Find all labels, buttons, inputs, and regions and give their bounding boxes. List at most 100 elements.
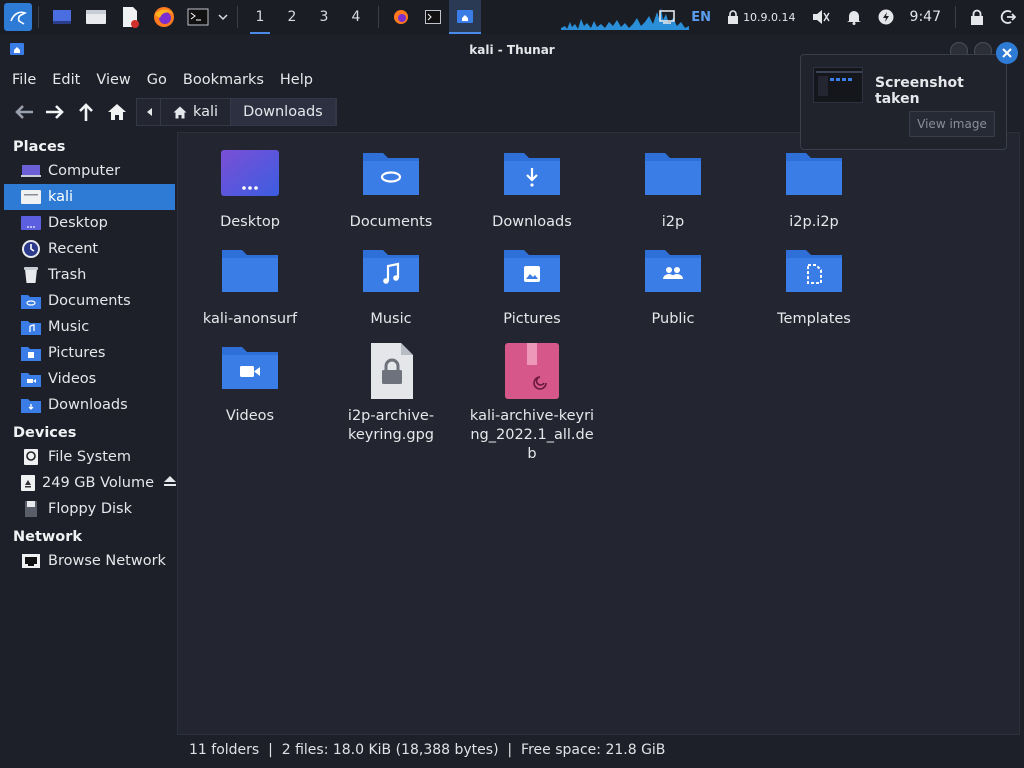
home-icon [173,106,187,118]
task-terminal[interactable] [417,0,449,34]
clock[interactable]: 9:47 [910,9,941,25]
logout-icon[interactable] [1000,9,1016,25]
file-item[interactable]: i2p-archive-keyring.gpg [321,343,461,445]
show-desktop-icon[interactable] [50,5,74,29]
back-button[interactable] [8,97,39,127]
sidebar-item-file-system[interactable]: File System [4,444,175,470]
panel-separator [38,6,39,28]
sidebar-item-label: Pictures [48,345,106,361]
display-icon[interactable] [659,10,676,24]
menu-view[interactable]: View [88,72,138,88]
file-item[interactable]: Templates [744,246,884,329]
kali-menu-button[interactable] [4,3,32,31]
notification-bell-icon[interactable] [846,9,862,25]
file-manager-icon[interactable] [84,5,108,29]
sidebar-item-label: kali [48,189,74,205]
file-item[interactable]: kali-archive-keyring_2022.1_all.deb [462,343,602,464]
menu-help[interactable]: Help [272,72,321,88]
vpn-indicator[interactable]: 10.9.0.14 [727,10,796,24]
top-panel: 1 2 3 4 EN 10.9.0.14 9:47 [0,0,1024,34]
sidebar-item-label: Recent [48,241,99,257]
workspace-3[interactable]: 3 [308,0,340,34]
file-label: i2p.i2p [789,214,839,230]
sidebar-item-label: Documents [48,293,131,309]
view-image-button[interactable]: View image [909,111,995,137]
file-item[interactable]: Downloads [462,149,602,232]
firefox-icon[interactable] [152,5,176,29]
drive-icon [20,447,42,467]
sidebar-item-label: Downloads [48,397,128,413]
file-item[interactable]: Public [603,246,743,329]
desktop-folder-icon [220,149,280,207]
trash-icon [20,265,42,285]
file-item[interactable]: Pictures [462,246,602,329]
sidebar-item-documents[interactable]: Documents [4,288,175,314]
notification-popup[interactable]: Screenshot taken View image [800,54,1007,150]
home-folder-icon [10,43,24,55]
workspace-2[interactable]: 2 [276,0,308,34]
panel-separator [378,6,379,28]
sidebar-item-videos[interactable]: Videos [4,366,175,392]
file-item[interactable]: Desktop [180,149,320,232]
sidebar-item-label: Trash [48,267,87,283]
file-item[interactable]: kali-anonsurf [180,246,320,329]
sidebar-item-floppy[interactable]: Floppy Disk [4,496,175,522]
sidebar-item-desktop[interactable]: Desktop [4,210,175,236]
file-label: Templates [777,311,851,327]
chevron-down-icon[interactable] [217,5,229,29]
arrow-right-icon [45,105,64,119]
panel-separator [237,6,238,28]
firefox-icon [394,10,408,24]
file-item[interactable]: i2p.i2p [744,149,884,232]
lock-screen-icon[interactable] [970,9,984,25]
sidebar-item-music[interactable]: Music [4,314,175,340]
file-item[interactable]: Videos [180,343,320,426]
up-button[interactable] [70,97,101,127]
text-editor-icon[interactable] [118,5,142,29]
folder-icon [220,246,280,304]
home-button[interactable] [101,97,132,127]
sidebar-item-computer[interactable]: Computer [4,158,175,184]
sidebar-item-browse-network[interactable]: Browse Network [4,548,175,574]
path-scroll-left-button[interactable] [137,99,161,125]
file-label: i2p [661,214,685,230]
forward-button[interactable] [39,97,70,127]
screenshot-thumbnail[interactable] [813,67,863,103]
sidebar-item-downloads[interactable]: Downloads [4,392,175,418]
pictures-folder-icon [20,343,42,363]
close-icon[interactable] [996,42,1018,64]
sidebar-item-kali[interactable]: kali [4,184,175,210]
downloads-folder-icon [502,149,562,207]
file-item[interactable]: Documents [321,149,461,232]
terminal-icon[interactable] [186,5,210,29]
power-manager-icon[interactable] [878,9,894,25]
workspace-1[interactable]: 1 [244,0,276,34]
path-crumb-current[interactable]: Downloads [231,99,336,125]
task-firefox[interactable] [385,0,417,34]
workspace-4[interactable]: 4 [340,0,372,34]
menu-file[interactable]: File [4,72,44,88]
file-label: Public [651,311,695,327]
sidebar-item-trash[interactable]: Trash [4,262,175,288]
ip-address: 10.9.0.14 [743,10,796,24]
task-thunar[interactable] [449,0,481,34]
sidebar-item-volume[interactable]: 249 GB Volume [4,470,177,496]
sidebar-item-label: 249 GB Volume [42,475,155,491]
menu-bookmarks[interactable]: Bookmarks [175,72,272,88]
file-item[interactable]: i2p [603,149,743,232]
volume-icon[interactable] [812,9,830,25]
file-icon-view[interactable]: Desktop Documents Downloads i2p i2p.i2p … [177,132,1020,735]
file-item[interactable]: Music [321,246,461,329]
menu-edit[interactable]: Edit [44,72,88,88]
path-crumb-home-label: kali [193,104,219,120]
lock-icon [728,10,739,24]
menu-go[interactable]: Go [139,72,175,88]
music-folder-icon [361,246,421,304]
keyboard-layout[interactable]: EN [691,10,711,25]
eject-icon[interactable] [164,475,177,491]
sidebar-item-recent[interactable]: Recent [4,236,175,262]
deb-package-icon [502,343,562,401]
notification-title: Screenshot taken [875,75,964,107]
sidebar-item-pictures[interactable]: Pictures [4,340,175,366]
path-crumb-home[interactable]: kali [161,99,232,125]
